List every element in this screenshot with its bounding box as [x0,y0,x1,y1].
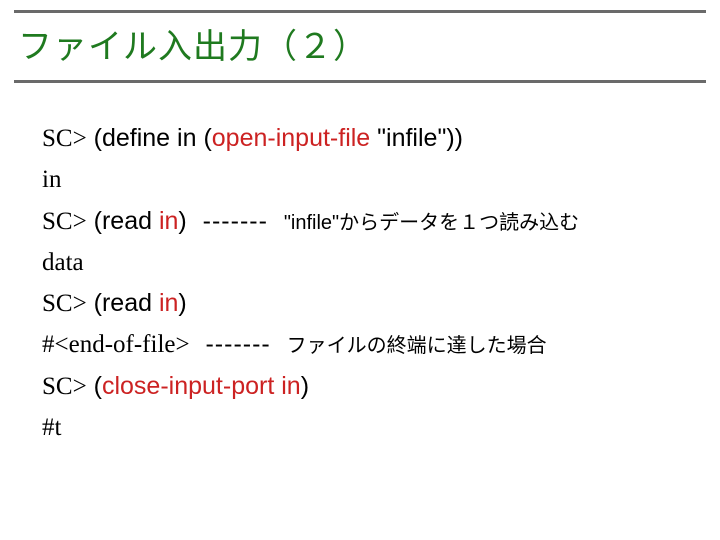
line-7: SC> (close-input-port in) [42,366,690,407]
text: ) [178,289,186,317]
output-data: data [42,249,84,276]
func-open-input-file: open-input-file [212,124,377,152]
line-3: SC> (read in) ------- "infile"からデータを１つ読み… [42,201,690,242]
text: ) [301,372,309,400]
slide-title: ファイル入出力（２） [14,17,706,74]
line-5: SC> (read in) [42,283,690,324]
prompt: SC> [42,290,87,317]
dash-connector: ------- [190,330,287,358]
output-eof: #<end-of-file> [42,331,190,358]
text: ( [87,124,102,152]
func-read: read [102,289,159,317]
text: ) [178,207,186,235]
line-4: data [42,242,690,283]
text: ( [87,289,102,317]
text: )) [446,124,463,152]
prompt: SC> [42,208,87,235]
line-6: #<end-of-file> ------- ファイルの終端に達した場合 [42,324,690,365]
arg-in: in [159,207,178,235]
string-literal: "infile" [377,124,446,152]
rule-top [14,10,706,13]
func-close-input-port: close-input-port in [102,372,301,400]
code-body: SC> (define in (open-input-file "infile"… [42,118,690,448]
text: ( [203,124,211,152]
annotation-eof: ファイルの終端に達した場合 [287,335,547,357]
text: ( [87,372,102,400]
line-2: in [42,159,690,200]
func-read: read [102,207,159,235]
output-in: in [42,166,61,193]
line-8: #t [42,407,690,448]
title-block: ファイル入出力（２） [14,10,706,83]
line-1: SC> (define in (open-input-file "infile"… [42,118,690,159]
dash-connector: ------- [187,207,284,235]
output-true: #t [42,414,61,441]
keyword-define: define in [102,124,203,152]
text: ( [87,207,102,235]
annotation-read: "infile"からデータを１つ読み込む [284,212,579,234]
prompt: SC> [42,373,87,400]
arg-in: in [159,289,178,317]
slide: ファイル入出力（２） SC> (define in (open-input-fi… [0,0,720,540]
prompt: SC> [42,125,87,152]
rule-bottom [14,80,706,83]
